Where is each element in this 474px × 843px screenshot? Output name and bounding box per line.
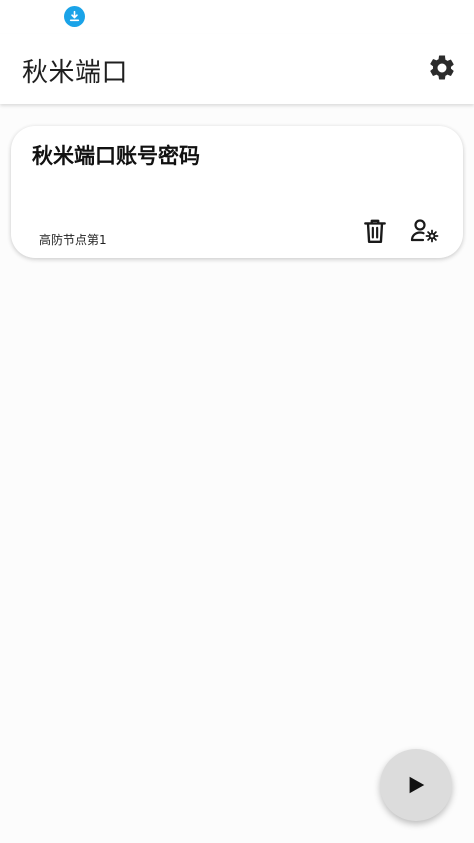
download-notification-icon — [64, 6, 85, 27]
settings-button[interactable] — [426, 52, 458, 84]
item-subtitle: 高防节点第1 — [39, 233, 107, 247]
item-title: 秋米端口账号密码 — [32, 144, 200, 168]
app-bar: 秋米端口 — [0, 34, 474, 104]
gear-icon — [430, 55, 454, 80]
list-item[interactable]: 秋米端口账号密码 高防节点第1 — [11, 126, 463, 258]
delete-button[interactable] — [359, 215, 391, 247]
status-bar — [0, 0, 474, 34]
play-icon — [409, 776, 425, 794]
trash-icon — [364, 219, 386, 243]
user-settings-button[interactable] — [409, 215, 441, 247]
page-title: 秋米端口 — [22, 58, 129, 88]
user-settings-icon — [410, 219, 439, 243]
play-fab-button[interactable] — [380, 749, 452, 821]
